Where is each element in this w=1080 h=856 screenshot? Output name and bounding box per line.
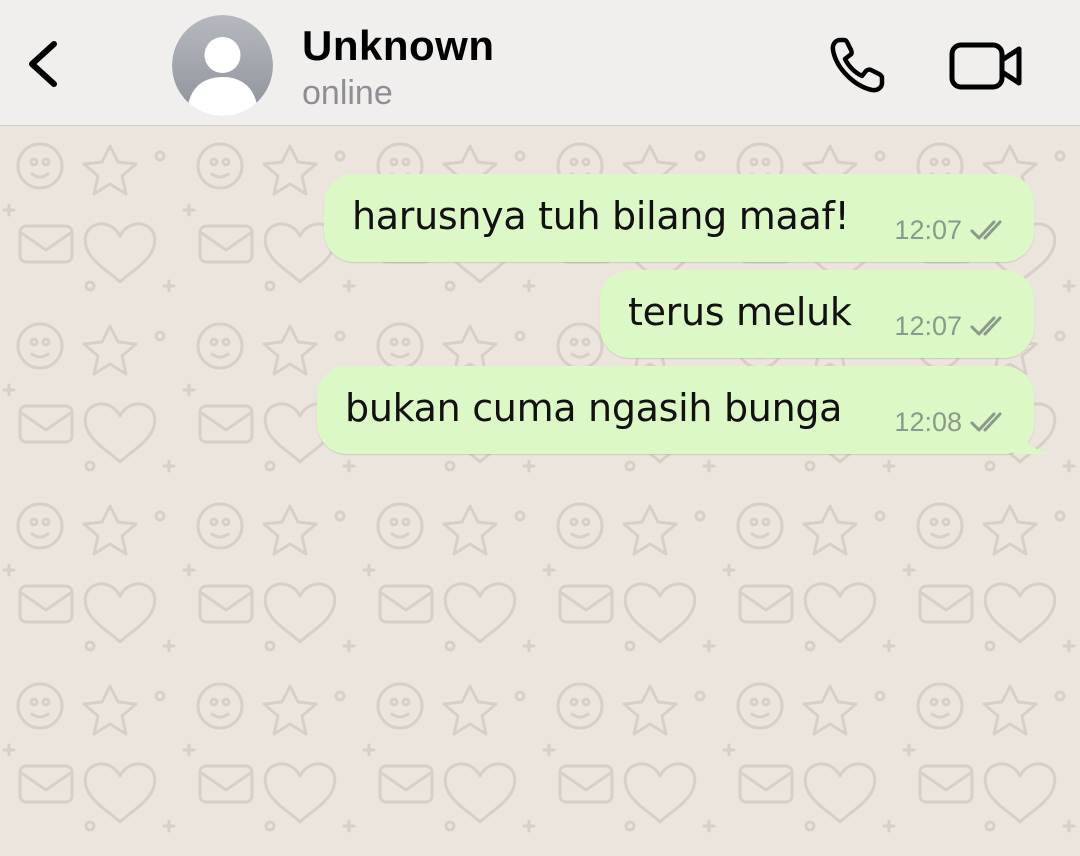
message-meta: 12:08 xyxy=(894,404,1012,440)
bubble-tail xyxy=(1014,414,1052,454)
video-camera-icon xyxy=(949,42,1022,90)
message-time: 12:07 xyxy=(894,310,962,341)
outgoing-message-bubble[interactable]: bukan cuma ngasih bunga 12:08 xyxy=(317,366,1052,454)
double-check-icon xyxy=(970,316,1002,336)
voice-call-button[interactable] xyxy=(826,34,892,96)
message-text: bukan cuma ngasih bunga xyxy=(345,386,843,430)
avatar[interactable] xyxy=(172,15,273,116)
double-check-icon xyxy=(970,412,1002,432)
phone-icon xyxy=(830,37,885,93)
contact-status: online xyxy=(302,74,393,112)
contact-name[interactable]: Unknown xyxy=(302,22,494,70)
message-list[interactable]: harusnya tuh bilang maaf! 12:07 terus me… xyxy=(0,126,1080,856)
message-meta: 12:07 xyxy=(894,212,1012,248)
default-avatar-icon xyxy=(172,15,273,116)
message-text: terus meluk xyxy=(628,290,852,334)
chat-header: Unknown online xyxy=(0,0,1080,126)
video-call-button[interactable] xyxy=(947,38,1027,94)
message-time: 12:08 xyxy=(894,406,962,437)
outgoing-message-bubble[interactable]: terus meluk 12:07 xyxy=(600,270,1034,358)
double-check-icon xyxy=(970,220,1002,240)
back-button[interactable] xyxy=(20,32,70,96)
message-time: 12:07 xyxy=(894,214,962,245)
chevron-left-icon xyxy=(29,41,57,87)
outgoing-message-bubble[interactable]: harusnya tuh bilang maaf! 12:07 xyxy=(324,174,1034,262)
message-text: harusnya tuh bilang maaf! xyxy=(352,194,850,238)
message-meta: 12:07 xyxy=(894,308,1012,344)
